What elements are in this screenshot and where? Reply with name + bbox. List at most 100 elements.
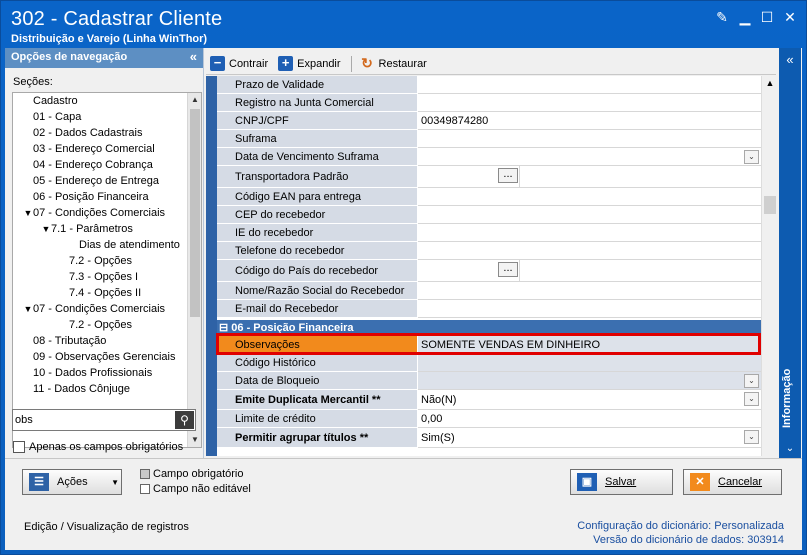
- navigation-panel: Opções de navegação « Seções: Cadastro 01…: [5, 48, 204, 458]
- close-icon[interactable]: ✕: [781, 9, 799, 25]
- tree-scrollbar[interactable]: ▲ ▼: [187, 93, 201, 447]
- tree-item[interactable]: Cadastro: [13, 93, 189, 109]
- scroll-thumb[interactable]: [190, 109, 200, 317]
- grid-row-value[interactable]: [418, 354, 761, 372]
- collapse-info-icon[interactable]: «: [779, 52, 801, 67]
- tree-item[interactable]: 03 - Endereço Comercial: [13, 141, 189, 157]
- grid-row-value[interactable]: [418, 206, 761, 224]
- grid-row[interactable]: IE do recebedor: [217, 224, 761, 242]
- grid-row[interactable]: Código do País do recebedor...: [217, 260, 761, 282]
- grid-row[interactable]: Limite de crédito 0,00: [217, 410, 761, 428]
- grid-row[interactable]: Transportadora Padrão...: [217, 166, 761, 188]
- grid-row-label: Transportadora Padrão: [217, 166, 418, 188]
- info-panel[interactable]: « Informação ⌄: [779, 48, 801, 458]
- property-grid: Prazo de Validade Registro na Junta Comer…: [206, 76, 761, 456]
- tree-item[interactable]: 09 - Observações Gerenciais: [13, 349, 189, 365]
- grid-row[interactable]: E-mail do Recebedor: [217, 300, 761, 318]
- grid-scroll-up-icon[interactable]: ▲: [762, 78, 778, 88]
- scroll-down-icon[interactable]: ▼: [188, 433, 201, 447]
- only-required-checkbox[interactable]: Apenas os campos obrigatórios: [13, 441, 183, 453]
- tree-item[interactable]: 10 - Dados Profissionais: [13, 365, 189, 381]
- tree-item[interactable]: 7.3 - Opções I: [13, 269, 189, 285]
- grid-row-value[interactable]: [418, 224, 761, 242]
- tree-item[interactable]: Dias de atendimento: [13, 237, 189, 253]
- grid-row-value[interactable]: [418, 188, 761, 206]
- grid-row[interactable]: Emite Duplicata Mercantil ** Não(N) ⌄: [217, 390, 761, 410]
- tree-item[interactable]: 7.2 - Opções: [13, 253, 189, 269]
- chevron-down-icon[interactable]: ⌄: [744, 150, 759, 164]
- grid-row-label: Registro na Junta Comercial: [217, 94, 418, 112]
- tree-item[interactable]: ▼07 - Condições Comerciais: [13, 205, 189, 221]
- edit-window-icon[interactable]: ✎: [713, 9, 731, 25]
- grid-row-value[interactable]: Sim(S) ⌄: [418, 428, 761, 448]
- tree-item[interactable]: 05 - Endereço de Entrega: [13, 173, 189, 189]
- collapse-nav-icon[interactable]: «: [190, 49, 197, 64]
- tree-item[interactable]: 02 - Dados Cadastrais: [13, 125, 189, 141]
- tree-item[interactable]: 04 - Endereço Cobrança: [13, 157, 189, 173]
- grid-row-value[interactable]: [418, 76, 761, 94]
- restore-button[interactable]: ↻ Restaurar: [350, 55, 427, 72]
- grid-row-value[interactable]: ⌄: [418, 372, 761, 390]
- actions-dropdown-icon[interactable]: ▼: [111, 478, 119, 487]
- tree-item-label: 07 - Condições Comerciais: [33, 303, 166, 315]
- expand-button[interactable]: + Expandir: [278, 56, 341, 71]
- grid-row[interactable]: CEP do recebedor: [217, 206, 761, 224]
- search-field[interactable]: ⚲: [12, 409, 196, 431]
- grid-row[interactable]: Suframa: [217, 130, 761, 148]
- chevron-down-icon[interactable]: ⌄: [744, 392, 759, 406]
- save-label: Salvar: [605, 476, 637, 488]
- grid-row-value[interactable]: [418, 130, 761, 148]
- sections-tree[interactable]: Cadastro 01 - Capa 02 - Dados Cadastrais 03…: [12, 92, 202, 448]
- checkbox-box[interactable]: [13, 441, 25, 453]
- grid-row-value[interactable]: ...: [418, 166, 761, 188]
- tree-expander-icon[interactable]: ▼: [41, 221, 51, 237]
- grid-row-value[interactable]: ...: [418, 260, 761, 282]
- tree-item[interactable]: ▼7.1 - Parâmetros: [13, 221, 189, 237]
- tree-item[interactable]: 08 - Tributação: [13, 333, 189, 349]
- legend-required: Campo obrigatório: [140, 468, 244, 480]
- grid-row[interactable]: Registro na Junta Comercial: [217, 94, 761, 112]
- grid-row[interactable]: Data de Vencimento Suframa ⌄: [217, 148, 761, 166]
- grid-scroll-thumb[interactable]: [764, 196, 776, 214]
- minimize-icon[interactable]: ▁: [736, 9, 754, 25]
- grid-row-value[interactable]: ⌄: [418, 148, 761, 166]
- tree-item[interactable]: 06 - Posição Financeira: [13, 189, 189, 205]
- tree-expander-icon[interactable]: ▼: [23, 205, 33, 221]
- collapse-button[interactable]: − Contrair: [210, 56, 268, 71]
- maximize-icon[interactable]: ☐: [758, 9, 776, 25]
- grid-row[interactable]: Telefone do recebedor: [217, 242, 761, 260]
- cancel-button[interactable]: ✕ Cancelar: [683, 469, 782, 495]
- tree-item[interactable]: 11 - Dados Cônjuge: [13, 381, 189, 397]
- grid-row-value[interactable]: [418, 282, 761, 300]
- tree-item-label: 08 - Tributação: [33, 335, 107, 347]
- grid-row[interactable]: CNPJ/CPF 00349874280: [217, 112, 761, 130]
- tree-expander-icon[interactable]: ▼: [23, 301, 33, 317]
- ellipsis-button[interactable]: ...: [498, 168, 518, 183]
- grid-row[interactable]: Código Histórico: [217, 354, 761, 372]
- grid-row-value[interactable]: [418, 94, 761, 112]
- tree-item[interactable]: 7.2 - Opções: [13, 317, 189, 333]
- scroll-up-icon[interactable]: ▲: [188, 93, 201, 107]
- actions-button[interactable]: ☰ Ações ▼: [22, 469, 122, 495]
- grid-row[interactable]: Código EAN para entrega: [217, 188, 761, 206]
- grid-row[interactable]: Prazo de Validade: [217, 76, 761, 94]
- ellipsis-button[interactable]: ...: [498, 262, 518, 277]
- chevron-down-icon[interactable]: ⌄: [744, 374, 759, 388]
- tree-item[interactable]: 7.4 - Opções II: [13, 285, 189, 301]
- grid-scrollbar[interactable]: ▲: [761, 76, 777, 456]
- legend-readonly-swatch: [140, 484, 150, 494]
- grid-row[interactable]: Data de Bloqueio ⌄: [217, 372, 761, 390]
- tree-item[interactable]: ▼07 - Condições Comerciais: [13, 301, 189, 317]
- grid-row[interactable]: Permitir agrupar títulos ** Sim(S) ⌄: [217, 428, 761, 448]
- grid-row-value[interactable]: Não(N) ⌄: [418, 390, 761, 410]
- search-input[interactable]: [15, 412, 175, 428]
- grid-row[interactable]: Nome/Razão Social do Recebedor: [217, 282, 761, 300]
- grid-row-value[interactable]: 0,00: [418, 410, 761, 428]
- chevron-down-icon[interactable]: ⌄: [744, 430, 759, 444]
- search-icon[interactable]: ⚲: [175, 411, 194, 429]
- save-button[interactable]: ▣ Salvar: [570, 469, 673, 495]
- grid-row-value[interactable]: [418, 242, 761, 260]
- tree-item[interactable]: 01 - Capa: [13, 109, 189, 125]
- grid-row-value[interactable]: 00349874280: [418, 112, 761, 130]
- grid-row-value[interactable]: [418, 300, 761, 318]
